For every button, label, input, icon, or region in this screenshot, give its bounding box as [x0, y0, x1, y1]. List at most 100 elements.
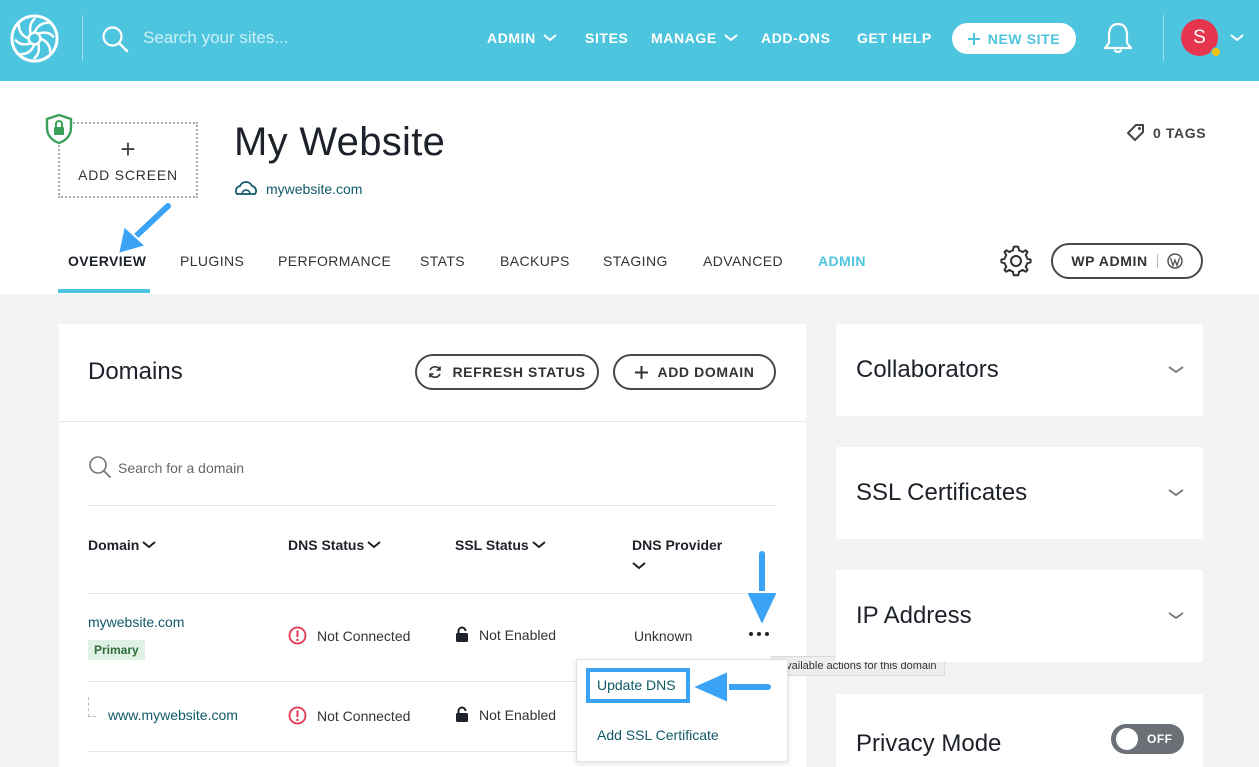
add-domain-button[interactable]: ADD DOMAIN [613, 354, 776, 390]
nav-manage[interactable]: MANAGE [651, 30, 738, 46]
lock-icon [456, 626, 468, 642]
ssl-certificates-title: SSL Certificates [856, 479, 1028, 506]
column-header-domain[interactable]: Domain [88, 537, 156, 553]
tab-staging[interactable]: STAGING [603, 253, 668, 269]
divider [59, 421, 806, 422]
ssl-status-text: Not Enabled [479, 706, 557, 723]
flywheel-logo-icon[interactable] [9, 13, 60, 64]
nav-sites[interactable]: SITES [585, 30, 628, 46]
add-screen-button[interactable]: + ADD SCREEN [58, 122, 198, 198]
tab-stats[interactable]: STATS [420, 253, 465, 269]
privacy-mode-title: Privacy Mode [856, 730, 1002, 757]
toggle-label: OFF [1147, 732, 1173, 746]
dns-status-text: Not Connected [317, 707, 411, 724]
nav-admin[interactable]: ADMIN [487, 30, 557, 46]
divider [1156, 254, 1158, 268]
chevron-down-icon [632, 562, 646, 570]
divider [88, 505, 776, 506]
primary-badge: Primary [88, 640, 145, 660]
search-icon[interactable] [101, 25, 129, 53]
column-header-label: DNS Status [288, 537, 365, 553]
column-header-label: Domain [88, 537, 140, 553]
privacy-mode-toggle[interactable]: OFF [1111, 724, 1184, 754]
new-site-label: NEW SITE [987, 30, 1061, 47]
new-site-button[interactable]: NEW SITE [952, 23, 1076, 54]
shield-lock-icon [45, 113, 73, 145]
column-header-dns-status[interactable]: DNS Status [288, 537, 381, 553]
refresh-icon [429, 366, 442, 378]
alert-icon [288, 706, 307, 725]
nav-get-help-label: GET HELP [857, 30, 932, 46]
domain-link[interactable]: www.mywebsite.com [108, 707, 238, 723]
divider [88, 593, 776, 594]
tag-icon [1127, 124, 1144, 141]
site-url-link[interactable]: mywebsite.com [266, 181, 362, 197]
domains-title: Domains [88, 358, 183, 385]
chevron-down-icon [543, 34, 557, 42]
site-search-input[interactable]: Search your sites... [143, 28, 289, 48]
chevron-down-icon [532, 541, 546, 549]
dns-status-cell: Not Connected [288, 706, 410, 725]
annotation-highlight [586, 668, 690, 703]
chevron-down-icon [142, 541, 156, 549]
more-actions-icon[interactable] [749, 632, 769, 636]
add-domain-label: ADD DOMAIN [657, 364, 755, 380]
domain-search-input[interactable]: Search for a domain [118, 460, 244, 476]
column-header-label: SSL Status [455, 537, 529, 553]
topbar-divider [82, 15, 83, 61]
nav-admin-label: ADMIN [487, 30, 536, 46]
nav-add-ons-label: ADD-ONS [761, 30, 831, 46]
column-header-dns-provider[interactable]: DNS Provider [632, 537, 722, 570]
wordpress-icon [1166, 253, 1183, 269]
nav-add-ons[interactable]: ADD-ONS [761, 30, 831, 46]
nav-get-help[interactable]: GET HELP [857, 30, 932, 46]
avatar-initial: S [1193, 26, 1206, 48]
ssl-status-cell: Not Enabled [455, 706, 556, 723]
dns-status-cell: Not Connected [288, 626, 410, 645]
collaborators-title: Collaborators [856, 356, 999, 383]
tab-advanced[interactable]: ADVANCED [703, 253, 783, 269]
domain-link[interactable]: mywebsite.com [88, 614, 184, 630]
divider [88, 681, 576, 682]
ssl-status-cell: Not Enabled [455, 626, 556, 643]
active-tab-indicator [58, 289, 150, 293]
plus-icon: + [120, 134, 136, 164]
dns-status-text: Not Connected [317, 627, 411, 644]
column-header-label: DNS Provider [632, 537, 723, 553]
chevron-down-icon[interactable] [1168, 366, 1184, 374]
chevron-down-icon[interactable] [1230, 34, 1244, 42]
toggle-knob [1116, 728, 1138, 750]
tab-overview[interactable]: OVERVIEW [68, 253, 146, 269]
bell-icon[interactable] [1102, 21, 1134, 55]
chevron-down-icon [724, 34, 738, 42]
wp-admin-label: WP ADMIN [1071, 253, 1148, 269]
tab-backups[interactable]: BACKUPS [500, 253, 570, 269]
wp-admin-button[interactable]: WP ADMIN [1051, 243, 1203, 279]
tags-button[interactable]: 0 TAGS [1126, 123, 1206, 142]
page-title: My Website [234, 120, 446, 164]
nav-manage-label: MANAGE [651, 30, 717, 46]
tab-plugins[interactable]: PLUGINS [180, 253, 244, 269]
ip-address-title: IP Address [856, 602, 972, 629]
divider [88, 751, 576, 752]
chevron-down-icon[interactable] [1168, 612, 1184, 620]
ssl-status-text: Not Enabled [479, 626, 557, 643]
subdomain-connector [88, 697, 96, 717]
tab-performance[interactable]: PERFORMANCE [278, 253, 391, 269]
plus-icon [967, 32, 980, 45]
chevron-down-icon[interactable] [1168, 489, 1184, 497]
gear-icon[interactable] [999, 244, 1033, 278]
nav-sites-label: SITES [585, 30, 629, 46]
status-dot [1211, 47, 1221, 57]
tags-label: 0 TAGS [1153, 124, 1207, 141]
menu-item-add-ssl-certificate[interactable]: Add SSL Certificate [597, 727, 719, 743]
cloud-icon [235, 181, 257, 195]
column-header-ssl-status[interactable]: SSL Status [455, 537, 546, 553]
tab-admin[interactable]: ADMIN [818, 253, 866, 269]
refresh-status-button[interactable]: REFRESH STATUS [415, 354, 599, 390]
chevron-down-icon [367, 541, 381, 549]
lock-icon [456, 706, 468, 722]
add-screen-label: ADD SCREEN [78, 167, 178, 183]
search-icon [89, 456, 111, 478]
dns-provider-text: Unknown [634, 628, 693, 644]
